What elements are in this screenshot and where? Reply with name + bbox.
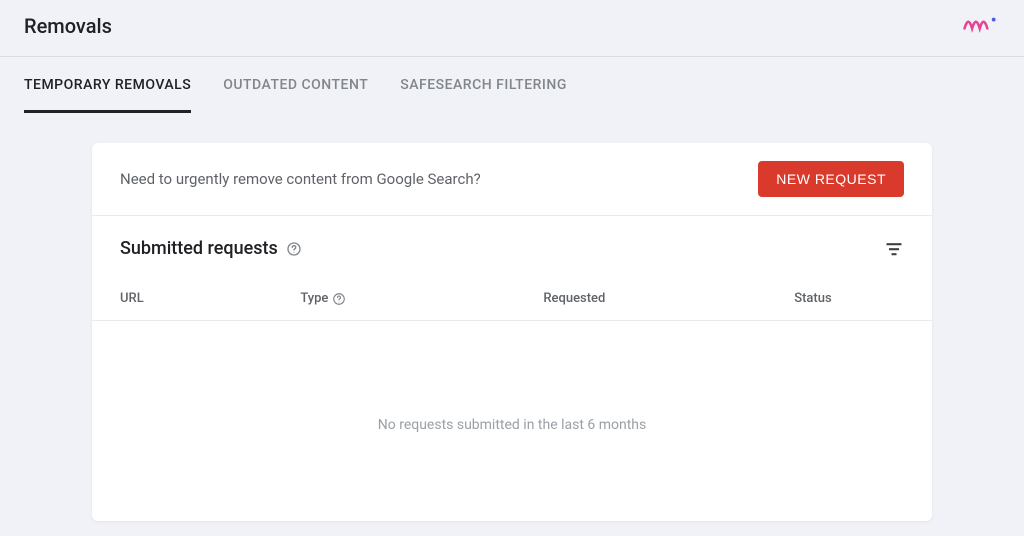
tabs-bar: TEMPORARY REMOVALS OUTDATED CONTENT SAFE… — [0, 57, 1024, 113]
new-request-button[interactable]: NEW REQUEST — [758, 161, 904, 197]
filter-icon[interactable] — [884, 239, 904, 259]
column-type: Type — [300, 291, 543, 306]
tab-outdated-content[interactable]: OUTDATED CONTENT — [223, 57, 368, 113]
requests-title-wrap: Submitted requests — [120, 238, 302, 259]
table-header-row: URL Type Requested Status — [92, 269, 932, 321]
column-requested: Requested — [543, 291, 794, 306]
content-area: Need to urgently remove content from Goo… — [0, 113, 1024, 521]
card-prompt-row: Need to urgently remove content from Goo… — [92, 143, 932, 216]
tab-temporary-removals[interactable]: TEMPORARY REMOVALS — [24, 57, 191, 113]
requests-title: Submitted requests — [120, 238, 278, 259]
requests-header: Submitted requests — [92, 216, 932, 269]
column-url: URL — [120, 291, 300, 306]
empty-state-message: No requests submitted in the last 6 mont… — [92, 321, 932, 521]
brand-logo — [962, 12, 1000, 40]
removals-card: Need to urgently remove content from Goo… — [92, 143, 932, 521]
tab-safesearch-filtering[interactable]: SAFESEARCH FILTERING — [400, 57, 567, 113]
page-header: Removals — [0, 0, 1024, 57]
prompt-text: Need to urgently remove content from Goo… — [120, 170, 481, 188]
page-title: Removals — [24, 14, 112, 38]
help-icon[interactable] — [286, 241, 302, 257]
column-status: Status — [794, 291, 904, 306]
help-icon[interactable] — [332, 292, 346, 306]
column-type-label: Type — [300, 291, 328, 306]
